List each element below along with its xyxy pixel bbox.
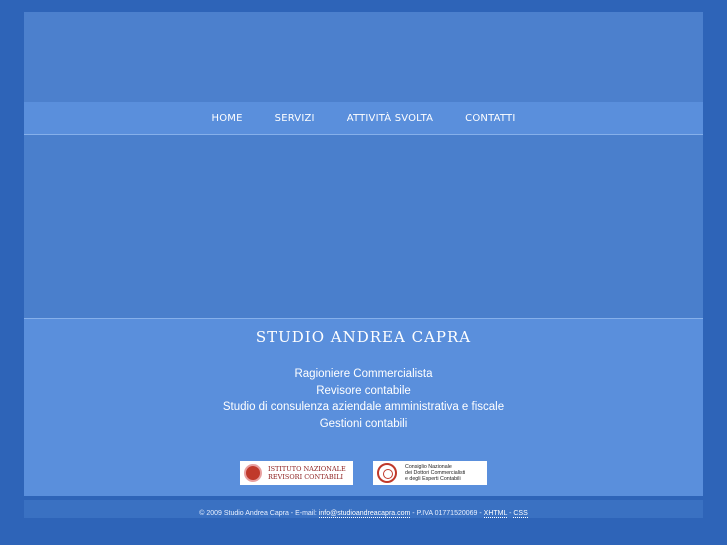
services-list: Ragioniere Commercialista Revisore conta… (24, 366, 703, 432)
footer-piva: - P.IVA 01771520069 - (410, 510, 484, 517)
css-link[interactable]: CSS (513, 510, 528, 518)
footer: © 2009 Studio Andrea Capra - E-mail: inf… (0, 510, 727, 518)
nav-contatti[interactable]: CONTATTI (449, 113, 531, 124)
logo-text: e degli Esperti Contabili (405, 476, 461, 483)
service-item: Studio di consulenza aziendale amministr… (222, 401, 505, 413)
studio-title: STUDIO ANDREA CAPRA (255, 328, 472, 346)
xhtml-link[interactable]: XHTML (483, 510, 508, 518)
logo-text: REVISORI CONTABILI (268, 473, 344, 481)
email-link[interactable]: info@studioandreacapra.com (318, 510, 411, 518)
nav-servizi[interactable]: SERVIZI (259, 113, 331, 124)
hero-area (24, 135, 703, 318)
logo-text: ISTITUTO NAZIONALE (268, 465, 346, 473)
header-banner (24, 12, 703, 102)
seal-icon (244, 464, 262, 482)
emblem-icon (377, 463, 397, 483)
page-frame: HOME SERVIZI ATTIVITÀ SVOLTA CONTATTI ST… (24, 12, 703, 496)
inrc-logo[interactable]: ISTITUTO NAZIONALE REVISORI CONTABILI (240, 461, 353, 485)
logos-row: ISTITUTO NAZIONALE REVISORI CONTABILI Co… (24, 461, 703, 485)
nav-attivita-svolta[interactable]: ATTIVITÀ SVOLTA (331, 113, 449, 124)
footer-copyright: © 2009 Studio Andrea Capra - E-mail: (199, 510, 319, 517)
service-item: Ragioniere Commercialista (294, 368, 433, 380)
service-item: Gestioni contabili (319, 417, 408, 430)
cndc-logo[interactable]: Consiglio Nazionale dei Dottori Commerci… (373, 461, 487, 485)
service-item: Revisore contabile (316, 384, 411, 397)
main-nav: HOME SERVIZI ATTIVITÀ SVOLTA CONTATTI (24, 102, 703, 135)
info-section: STUDIO ANDREA CAPRA Ragioniere Commercia… (24, 318, 703, 496)
nav-home[interactable]: HOME (196, 113, 259, 124)
